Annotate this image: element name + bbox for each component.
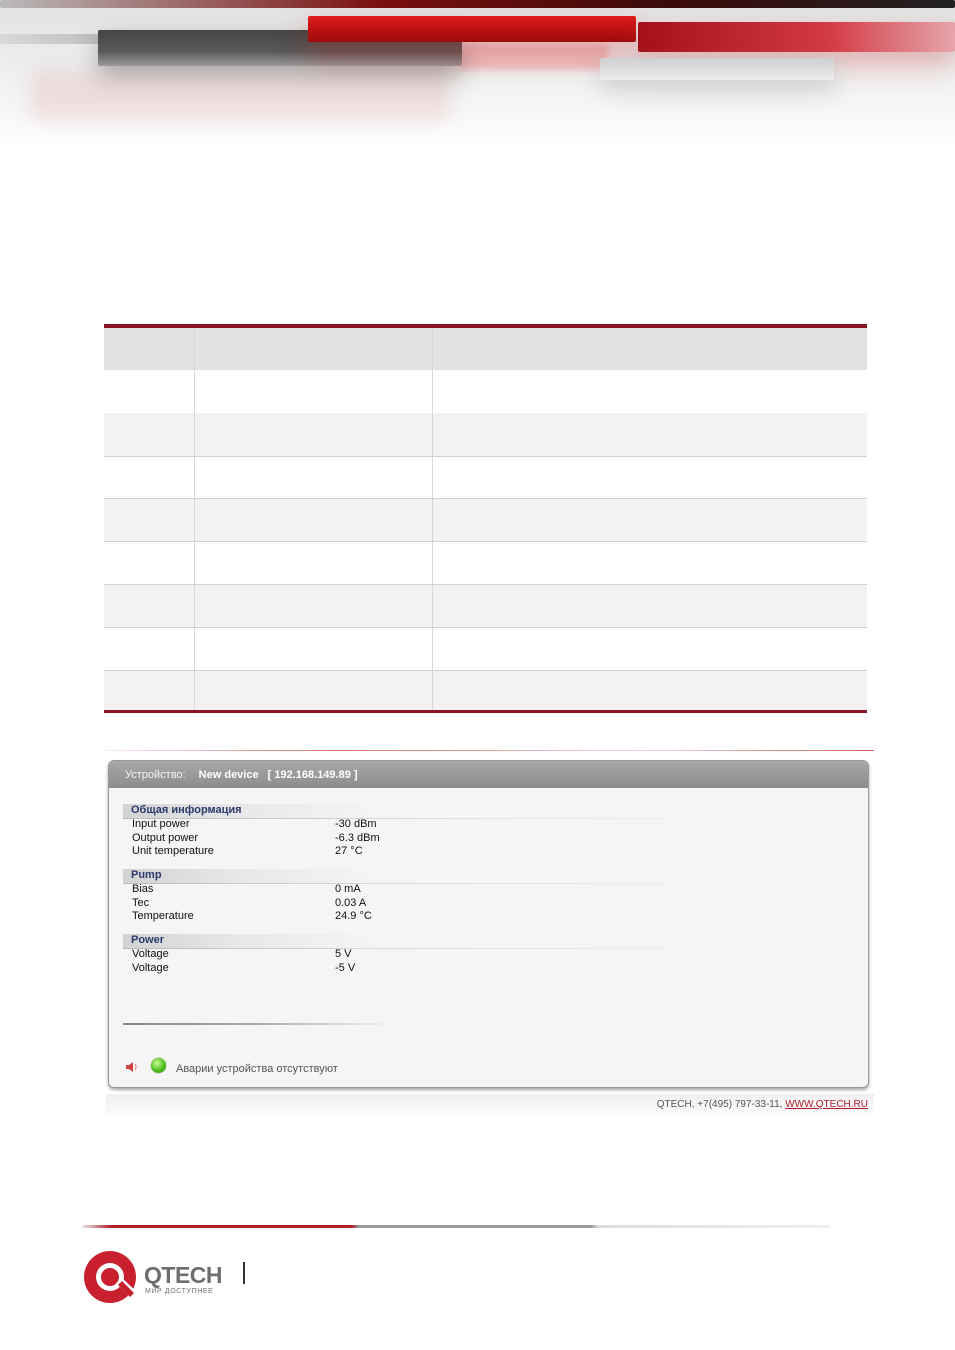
table-cell bbox=[104, 499, 195, 541]
param-value: 0 mA bbox=[335, 883, 361, 895]
screenshot-top-line bbox=[106, 750, 874, 751]
device-name: New device bbox=[198, 769, 259, 781]
param-key: Temperature bbox=[132, 910, 194, 922]
screenshot-footer: QTECH, +7(495) 797-33-11, WWW.QTECH.RU bbox=[106, 1094, 874, 1116]
footer-contact: QTECH, +7(495) 797-33-11, bbox=[656, 1099, 783, 1110]
table-cell bbox=[433, 542, 867, 584]
section-power: Power Voltage 5 V Voltage -5 V bbox=[123, 934, 763, 975]
param-key: Output power bbox=[132, 831, 199, 844]
param-key: Voltage bbox=[132, 961, 169, 974]
table-header-cell bbox=[195, 328, 433, 370]
table-cell bbox=[195, 370, 433, 413]
param-row: Output power -6.3 dBm bbox=[123, 832, 763, 846]
alarm-status-text: Аварии устройства отсутствуют bbox=[176, 1063, 338, 1075]
banner-light-bar bbox=[600, 58, 834, 80]
table-row bbox=[104, 370, 867, 413]
banner-red-bar-right bbox=[638, 22, 955, 52]
section-title: Pump bbox=[123, 869, 763, 884]
section-pump: Pump Bias 0 mA Tec 0.03 A Temperature 24… bbox=[123, 869, 763, 924]
green-led-icon bbox=[151, 1058, 166, 1073]
param-value: 24.9 °C bbox=[335, 910, 372, 922]
table-header-cell bbox=[433, 328, 867, 370]
param-row: Input power -30 dBm bbox=[123, 818, 763, 832]
banner-blur-red bbox=[458, 44, 608, 70]
table-cell bbox=[104, 585, 195, 627]
table-cell bbox=[195, 499, 433, 541]
table-row bbox=[104, 627, 867, 670]
logo-tagline: МИР ДОСТУПНЕЕ bbox=[145, 1288, 214, 1295]
table-cell bbox=[195, 671, 433, 710]
table-cell bbox=[195, 413, 433, 456]
param-value: 0.03 A bbox=[335, 896, 367, 909]
table-cell bbox=[195, 542, 433, 584]
table-cell bbox=[195, 457, 433, 498]
banner-blur bbox=[30, 70, 450, 120]
param-key: Tec bbox=[132, 896, 150, 909]
footer-rule bbox=[82, 1225, 830, 1228]
table-cell bbox=[433, 457, 867, 498]
table-cell bbox=[433, 628, 867, 670]
table-cell bbox=[433, 671, 867, 710]
qtech-logo: QTECH МИР ДОСТУПНЕЕ bbox=[82, 1248, 272, 1306]
device-titlebar: Устройство: New device [ 192.168.149.89 … bbox=[109, 761, 868, 788]
param-row: Voltage 5 V bbox=[123, 948, 763, 962]
logo-separator bbox=[243, 1262, 245, 1284]
param-key: Input power bbox=[132, 818, 190, 830]
param-row: Voltage -5 V bbox=[123, 962, 763, 976]
table-row bbox=[104, 584, 867, 627]
panel-divider bbox=[123, 1023, 393, 1025]
device-label: Устройство: bbox=[125, 769, 186, 781]
banner-top-strip bbox=[0, 0, 955, 8]
table-cell bbox=[104, 413, 195, 456]
table-cell bbox=[433, 370, 867, 413]
table-cell bbox=[195, 628, 433, 670]
param-value: 5 V bbox=[335, 948, 352, 960]
banner-red-bar bbox=[308, 16, 636, 42]
device-ip: [ 192.168.149.89 ] bbox=[267, 769, 358, 781]
empty-table bbox=[104, 324, 867, 713]
param-value: -5 V bbox=[335, 961, 356, 974]
logo-name: QTECH bbox=[144, 1262, 223, 1288]
param-row: Bias 0 mA bbox=[123, 883, 763, 897]
table-row bbox=[104, 456, 867, 498]
header-banner bbox=[0, 0, 955, 150]
table-cell bbox=[433, 413, 867, 456]
device-panel: Устройство: New device [ 192.168.149.89 … bbox=[108, 760, 869, 1088]
param-value: 27 °C bbox=[335, 845, 363, 857]
footer-link[interactable]: WWW.QTECH.RU bbox=[785, 1099, 868, 1110]
table-row bbox=[104, 413, 867, 456]
param-key: Unit temperature bbox=[132, 845, 214, 857]
param-row: Temperature 24.9 °C bbox=[123, 910, 763, 924]
table-cell bbox=[433, 585, 867, 627]
param-key: Bias bbox=[132, 883, 154, 895]
table-header-cell bbox=[104, 328, 195, 370]
footer-text: QTECH, +7(495) 797-33-11, WWW.QTECH.RU bbox=[657, 1099, 868, 1110]
param-key: Voltage bbox=[132, 948, 169, 960]
table-row bbox=[104, 670, 867, 710]
section-title: Общая информация bbox=[123, 804, 763, 819]
table-row bbox=[104, 541, 867, 584]
table-header-row bbox=[104, 328, 867, 370]
table-cell bbox=[195, 585, 433, 627]
table-row bbox=[104, 498, 867, 541]
param-row: Unit temperature 27 °C bbox=[123, 845, 763, 859]
qtech-q-icon bbox=[84, 1251, 138, 1303]
param-value: -30 dBm bbox=[335, 818, 377, 830]
table-cell bbox=[104, 628, 195, 670]
speaker-icon[interactable] bbox=[125, 1061, 139, 1073]
table-cell bbox=[104, 370, 195, 413]
param-row: Tec 0.03 A bbox=[123, 897, 763, 911]
param-value: -6.3 dBm bbox=[335, 831, 380, 844]
table-cell bbox=[433, 499, 867, 541]
device-screenshot: Устройство: New device [ 192.168.149.89 … bbox=[106, 748, 874, 1120]
table-cell bbox=[104, 542, 195, 584]
section-general: Общая информация Input power -30 dBm Out… bbox=[123, 804, 763, 859]
section-title: Power bbox=[123, 934, 763, 949]
table-cell bbox=[104, 671, 195, 710]
table-cell bbox=[104, 457, 195, 498]
